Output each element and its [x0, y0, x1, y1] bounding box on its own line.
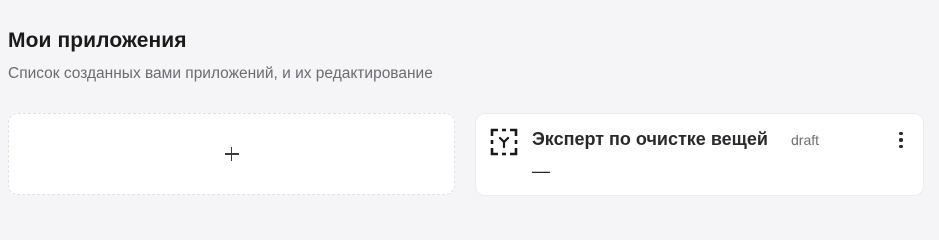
page-title: Мои приложения	[8, 29, 187, 52]
plus-icon	[224, 146, 240, 162]
app-placeholder-icon	[490, 128, 518, 156]
page-subtitle: Список созданных вами приложений, и их р…	[8, 65, 433, 82]
app-card[interactable]: Эксперт по очистке вещей draft —	[475, 113, 924, 196]
app-description: —	[532, 161, 550, 181]
more-vertical-icon[interactable]	[891, 128, 911, 152]
add-app-button[interactable]	[8, 113, 455, 195]
app-name[interactable]: Эксперт по очистке вещей	[532, 129, 768, 150]
status-badge: draft	[791, 132, 820, 148]
